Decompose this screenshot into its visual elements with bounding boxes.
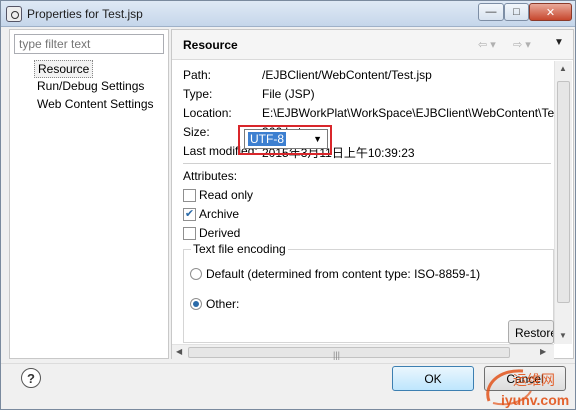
property-page-tree: Resource Run/Debug Settings Web Content … (9, 29, 169, 359)
vertical-scrollbar[interactable]: ▲ ▼ (554, 61, 572, 344)
properties-dialog: Properties for Test.jsp — □ ✕ Resource R… (0, 0, 576, 410)
vertical-scroll-thumb[interactable] (557, 81, 570, 303)
tree-item-run-debug-settings[interactable]: Run/Debug Settings (34, 78, 147, 94)
close-button[interactable]: ✕ (529, 3, 572, 21)
radio-button-selected[interactable] (190, 298, 202, 310)
back-arrow-icon[interactable]: ⇦ ▾ (478, 38, 496, 51)
watermark-text: 运维网 (513, 373, 555, 389)
filter-input[interactable] (14, 34, 164, 54)
scroll-down-icon[interactable]: ▼ (559, 331, 567, 340)
tree-item-resource[interactable]: Resource (34, 60, 94, 78)
path-value: /EJBClient/WebContent/Test.jsp (262, 68, 432, 82)
scroll-right-icon[interactable]: ▶ (540, 347, 546, 356)
archive-label: Archive (199, 207, 240, 221)
other-encoding-label: Other: (206, 297, 240, 311)
scroll-up-icon[interactable]: ▲ (559, 64, 567, 73)
page-title: Resource (183, 38, 238, 52)
view-menu-icon[interactable]: ▼ (554, 37, 564, 48)
text-file-encoding-group: Text file encoding Default (determined f… (183, 242, 554, 343)
type-label: Type: (183, 87, 213, 101)
other-encoding-radio[interactable]: Other: (190, 297, 239, 311)
encoding-group-label: Text file encoding (191, 242, 288, 256)
path-label: Path: (183, 68, 212, 82)
resource-page: Resource ⇦ ▾ ⇨ ▾ ▼ Path: /EJBClient/WebC… (171, 29, 574, 360)
help-icon[interactable]: ? (21, 368, 41, 388)
eclipse-icon (6, 6, 22, 22)
forward-arrow-icon[interactable]: ⇨ ▾ (513, 38, 531, 51)
dropdown-arrow-icon[interactable]: ▼ (313, 134, 322, 144)
title-bar[interactable]: Properties for Test.jsp — □ ✕ (1, 1, 575, 27)
restore-defaults-button[interactable]: Restore (508, 320, 554, 344)
resource-content: Path: /EJBClient/WebContent/Test.jsp Typ… (172, 61, 554, 344)
archive-checkbox[interactable]: ✔ Archive (183, 207, 239, 221)
grip-icon: ||| (333, 350, 341, 360)
minimize-button[interactable]: — (478, 3, 504, 21)
ok-button[interactable]: OK (392, 366, 474, 391)
checkbox-box[interactable] (183, 188, 196, 202)
horizontal-scrollbar[interactable]: ◀ ||| ▶ (172, 344, 554, 360)
encoding-combo[interactable]: UTF-8 ▼ (244, 129, 328, 149)
default-encoding-radio[interactable]: Default (determined from content type: I… (190, 267, 480, 281)
derived-label: Derived (199, 226, 241, 240)
size-label: Size: (183, 125, 210, 139)
page-header: Resource ⇦ ▾ ⇨ ▾ ▼ (172, 30, 573, 60)
radio-button[interactable] (190, 268, 202, 280)
scroll-left-icon[interactable]: ◀ (176, 347, 182, 356)
window-title: Properties for Test.jsp (27, 7, 143, 21)
checkmark-icon[interactable]: ✔ (183, 207, 196, 221)
maximize-button[interactable]: □ (504, 3, 529, 21)
location-value: E:\EJBWorkPlat\WorkSpace\EJBClient\WebCo… (262, 106, 554, 120)
location-label: Location: (183, 106, 232, 120)
type-value: File (JSP) (262, 87, 315, 101)
attributes-label: Attributes: (183, 169, 238, 183)
derived-checkbox[interactable]: Derived (183, 226, 240, 240)
watermark-logo: 运维网 iyunv.com (486, 369, 569, 408)
encoding-value[interactable]: UTF-8 (248, 132, 286, 146)
watermark-url: iyunv.com (501, 392, 569, 408)
separator (183, 163, 551, 164)
checkbox-box[interactable] (183, 226, 196, 240)
read-only-label: Read only (199, 188, 254, 202)
horizontal-scroll-thumb[interactable]: ||| (188, 347, 510, 360)
read-only-checkbox[interactable]: Read only (183, 188, 253, 202)
tree-item-web-content-settings[interactable]: Web Content Settings (34, 96, 157, 112)
default-encoding-label: Default (determined from content type: I… (206, 267, 481, 281)
